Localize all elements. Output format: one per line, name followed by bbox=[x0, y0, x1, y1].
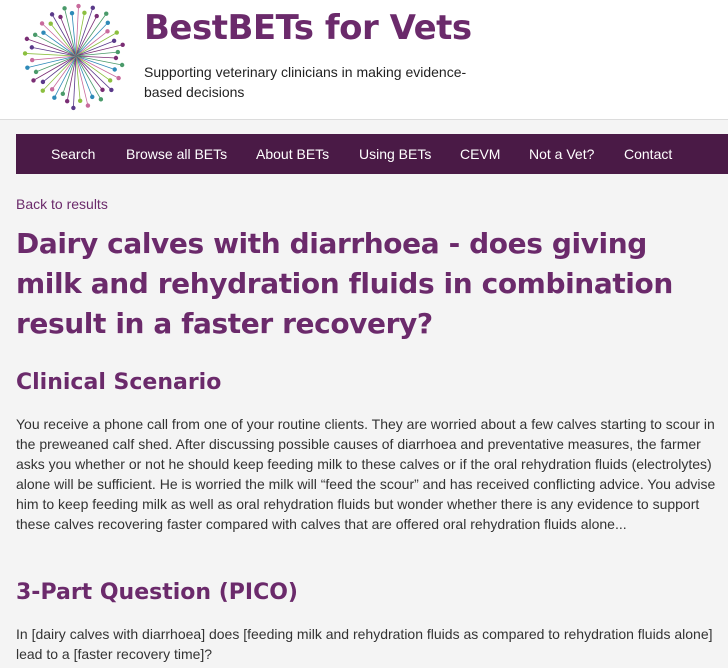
nav-item-search[interactable]: Search bbox=[51, 134, 95, 174]
main-nav: Search Browse all BETs About BETs Using … bbox=[16, 134, 728, 174]
site-tagline: Supporting veterinary clinicians in maki… bbox=[144, 64, 467, 100]
section-heading-clinical-scenario: Clinical Scenario bbox=[16, 370, 222, 395]
nav-item-not-a-vet[interactable]: Not a Vet? bbox=[529, 134, 594, 174]
nav-item-using-bets[interactable]: Using BETs bbox=[359, 134, 431, 174]
nav-item-cevm[interactable]: CEVM bbox=[460, 134, 500, 174]
nav-item-about-bets[interactable]: About BETs bbox=[256, 134, 329, 174]
nav-item-browse-all-bets[interactable]: Browse all BETs bbox=[126, 134, 227, 174]
back-to-results-link[interactable]: Back to results bbox=[16, 196, 108, 212]
site-header: BestBETs for Vets Supporting veterinary … bbox=[0, 0, 728, 120]
bestbets-logo-icon[interactable] bbox=[20, 0, 132, 112]
nav-item-contact[interactable]: Contact bbox=[624, 134, 672, 174]
site-title[interactable]: BestBETs for Vets bbox=[144, 8, 472, 48]
section-heading-pico: 3-Part Question (PICO) bbox=[16, 580, 298, 605]
page-title: Dairy calves with diarrhoea - does givin… bbox=[16, 227, 673, 340]
pico-question-text: In [dairy calves with diarrhoea] does [f… bbox=[16, 626, 713, 662]
clinical-scenario-text: You receive a phone call from one of you… bbox=[16, 416, 716, 532]
